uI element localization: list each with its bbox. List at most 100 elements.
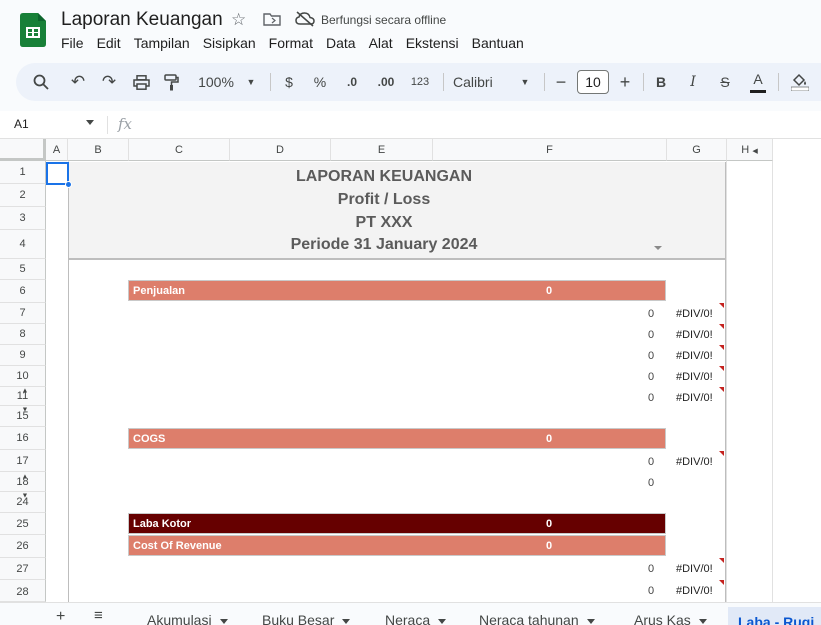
increase-decimal-button[interactable]: .00 [374,63,398,101]
comment-indicator-icon[interactable] [719,324,724,329]
tab-menu-icon[interactable] [342,618,351,624]
comment-indicator-icon[interactable] [719,303,724,308]
document-title[interactable]: Laporan Keuangan [61,9,223,31]
row-header-16[interactable]: 16 [0,427,46,450]
strikethrough-button[interactable]: S [717,63,733,101]
section-laba-kotor[interactable]: Laba Kotor 0 [128,513,666,534]
row-header-6[interactable]: 6 [0,280,46,303]
number-format-button[interactable]: 123 [408,63,432,101]
row-header-15[interactable]: ▼ 15 [0,406,46,427]
cell-value[interactable]: 0 [648,456,654,468]
menu-file[interactable]: File [61,35,84,51]
menu-format[interactable]: Format [269,35,313,51]
bold-button[interactable]: B [653,63,669,101]
tab-arus-kas[interactable]: Arus Kas [634,612,707,625]
section-penjualan[interactable]: Penjualan 0 [128,280,666,301]
column-header-f[interactable]: F [433,139,667,161]
menu-data[interactable]: Data [326,35,356,51]
redo-icon[interactable]: ↷ [99,63,119,101]
name-box-dropdown-icon[interactable] [86,120,94,125]
fill-handle[interactable] [65,181,72,188]
row-header-11[interactable]: ▲ 11 [0,387,46,406]
cell-value[interactable]: 0 [648,477,654,489]
cell-value[interactable]: 0 [648,329,654,341]
row-header-18[interactable]: ▲ 18 [0,472,46,492]
sheets-logo-icon[interactable] [20,13,46,47]
comment-indicator-icon[interactable] [719,558,724,563]
all-sheets-icon[interactable]: ≡ [94,607,103,624]
error-cell[interactable]: #DIV/0! [676,350,713,362]
error-cell[interactable]: #DIV/0! [676,308,713,320]
column-header-b[interactable]: B [68,139,129,161]
row-header-28[interactable]: 28 [0,580,46,602]
error-cell[interactable]: #DIV/0! [676,563,713,575]
row-header-25[interactable]: 25 [0,513,46,535]
row-header-2[interactable]: 2 [0,184,46,207]
tab-laba-rugi[interactable]: Laba - Rugi [728,607,821,625]
cell-value[interactable]: 0 [648,371,654,383]
tab-menu-icon[interactable] [698,618,707,624]
row-header-26[interactable]: 26 [0,535,46,558]
cell-value[interactable]: 0 [648,392,654,404]
spreadsheet-grid[interactable]: A B C D E F G H ◀ 1 2 3 4 5 6 7 8 9 10 ▲… [0,139,821,602]
tab-buku-besar[interactable]: Buku Besar [262,612,351,625]
column-header-c[interactable]: C [129,139,230,161]
row-header-9[interactable]: 9 [0,345,46,366]
column-header-d[interactable]: D [230,139,331,161]
column-header-h[interactable]: H ◀ [727,139,773,161]
row-header-27[interactable]: 27 [0,558,46,580]
name-box[interactable]: A1 [14,117,29,131]
select-all-corner[interactable] [0,139,46,161]
tab-menu-icon[interactable] [438,618,447,624]
paint-format-icon[interactable] [164,74,179,91]
row-header-10[interactable]: 10 [0,366,46,387]
row-header-1[interactable]: 1 [0,161,46,184]
comment-indicator-icon[interactable] [719,366,724,371]
cloud-offline-icon[interactable] [295,11,315,27]
menu-insert[interactable]: Sisipkan [203,35,256,51]
add-sheet-icon[interactable]: + [56,608,65,625]
decrease-decimal-button[interactable]: .0 [342,63,362,101]
zoom-select[interactable]: 100% [194,63,238,101]
search-menus-icon[interactable] [33,74,49,90]
row-header-7[interactable]: 7 [0,303,46,324]
period-dropdown-icon[interactable] [654,246,662,250]
undo-icon[interactable]: ↶ [68,63,88,101]
row-header-4[interactable]: 4 [0,230,46,259]
menu-edit[interactable]: Edit [97,35,121,51]
error-cell[interactable]: #DIV/0! [676,371,713,383]
tab-menu-icon[interactable] [586,618,595,624]
cell-value[interactable]: 0 [648,350,654,362]
menu-view[interactable]: Tampilan [134,35,190,51]
row-header-5[interactable]: 5 [0,259,46,280]
row-header-3[interactable]: 3 [0,207,46,230]
font-select[interactable]: Calibri [453,63,503,101]
comment-indicator-icon[interactable] [719,451,724,456]
move-folder-icon[interactable] [263,12,281,26]
comment-indicator-icon[interactable] [719,345,724,350]
menu-tools[interactable]: Alat [369,35,393,51]
cell-value[interactable]: 0 [648,563,654,575]
zoom-dropdown-icon[interactable]: ▼ [246,63,256,101]
section-cogs[interactable]: COGS 0 [128,428,666,449]
report-title-block[interactable]: LAPORAN KEUANGAN Profit / Loss PT XXX Pe… [68,162,726,260]
print-icon[interactable] [133,75,150,90]
percent-format-button[interactable]: % [312,63,328,101]
column-header-e[interactable]: E [331,139,433,161]
star-icon[interactable]: ☆ [231,10,246,30]
menu-extensions[interactable]: Ekstensi [406,35,459,51]
tab-menu-icon[interactable] [219,618,228,624]
cell-value[interactable]: 0 [648,585,654,597]
column-header-a[interactable]: A [46,139,68,161]
italic-button[interactable]: I [685,63,701,101]
scroll-left-icon[interactable]: ◀ [752,148,757,155]
comment-indicator-icon[interactable] [719,580,724,585]
tab-neraca[interactable]: Neraca [385,612,447,625]
fill-color-icon[interactable] [791,72,809,91]
row-header-17[interactable]: 17 [0,450,46,472]
section-cost-of-revenue[interactable]: Cost Of Revenue 0 [128,535,666,556]
error-cell[interactable]: #DIV/0! [676,585,713,597]
error-cell[interactable]: #DIV/0! [676,392,713,404]
row-header-24[interactable]: ▼ 24 [0,492,46,513]
menu-help[interactable]: Bantuan [472,35,524,51]
